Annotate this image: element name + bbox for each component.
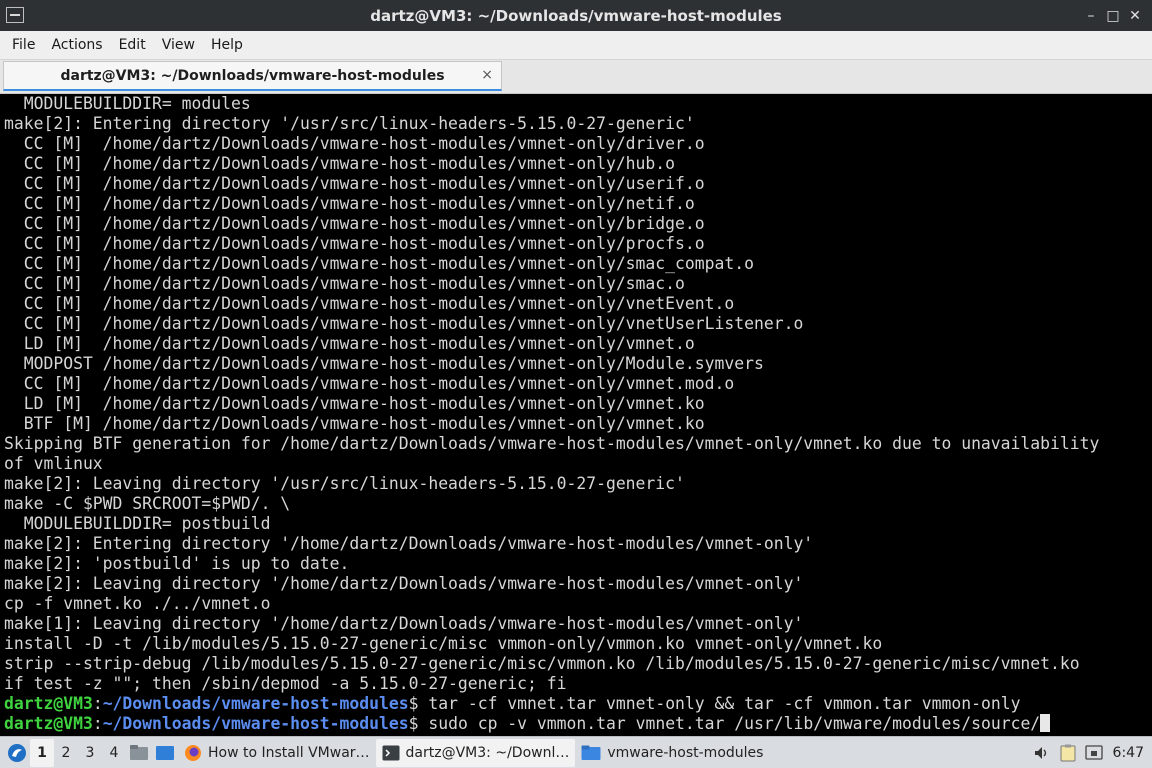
task-firefox[interactable]: How to Install VMwar… (178, 739, 376, 767)
clock: 6:47 (1112, 744, 1144, 761)
prompt-separator: : (92, 714, 103, 733)
menu-actions[interactable]: Actions (43, 37, 110, 53)
terminal-line: MODULEBUILDDIR= modules (4, 94, 251, 113)
prompt-command: sudo cp -v vmmon.tar vmnet.tar /usr/lib/… (428, 714, 1041, 733)
terminal-line: make[2]: Entering directory '/usr/src/li… (4, 114, 695, 133)
tab-close-icon[interactable]: × (481, 67, 493, 83)
start-menu-icon[interactable] (4, 740, 30, 766)
terminal-tab[interactable]: dartz@VM3: ~/Downloads/vmware-host-modul… (3, 61, 502, 91)
terminal-cursor (1040, 714, 1051, 732)
window-title: dartz@VM3: ~/Downloads/vmware-host-modul… (370, 6, 782, 25)
firefox-icon (185, 744, 201, 761)
prompt-command: tar -cf vmnet.tar vmnet-only && tar -cf … (428, 694, 1021, 713)
workspace-4[interactable]: 4 (102, 739, 126, 767)
prompt-symbol: $ (408, 714, 429, 733)
task-terminal[interactable]: dartz@VM3: ~/Downl… (375, 738, 576, 767)
tab-label: dartz@VM3: ~/Downloads/vmware-host-modul… (60, 67, 445, 84)
menu-view[interactable]: View (154, 37, 203, 53)
clipboard-icon[interactable] (1055, 739, 1081, 767)
window-controls: – □ ✕ (1080, 0, 1146, 31)
menu-bar: File Actions Edit View Help (0, 31, 1152, 60)
terminal-line: MODPOST /home/dartz/Downloads/vmware-hos… (4, 354, 764, 373)
workspace-3[interactable]: 3 (78, 739, 102, 767)
task-label-firefox: How to Install VMwar… (208, 744, 370, 761)
terminal-line: make[2]: Leaving directory '/usr/src/lin… (4, 474, 685, 493)
terminal-line: CC [M] /home/dartz/Downloads/vmware-host… (4, 374, 735, 393)
terminal-line: of vmlinux (4, 454, 103, 473)
terminal-line: strip --strip-debug /lib/modules/5.15.0-… (4, 654, 1080, 673)
terminal-output: MODULEBUILDDIR= modules make[2]: Enterin… (4, 94, 1099, 734)
terminal-line: CC [M] /home/dartz/Downloads/vmware-host… (4, 274, 685, 293)
terminal-view[interactable]: MODULEBUILDDIR= modules make[2]: Enterin… (0, 94, 1152, 736)
terminal-line: CC [M] /home/dartz/Downloads/vmware-host… (4, 214, 705, 233)
terminal-line: Skipping BTF generation for /home/dartz/… (4, 434, 1100, 453)
menu-file[interactable]: File (4, 37, 43, 53)
task-folder[interactable]: vmware-host-modules (575, 739, 769, 767)
terminal-icon (382, 745, 400, 760)
terminal-line: MODULEBUILDDIR= postbuild (4, 514, 271, 533)
terminal-line: make -C $PWD SRCROOT=$PWD/. \ (4, 494, 291, 513)
system-tray: 6:47 (1029, 739, 1152, 767)
terminal-line: CC [M] /home/dartz/Downloads/vmware-host… (4, 174, 705, 193)
show-desktop-icon[interactable] (152, 739, 178, 767)
folder-icon (581, 745, 601, 760)
terminal-line: BTF [M] /home/dartz/Downloads/vmware-hos… (4, 414, 705, 433)
terminal-line: CC [M] /home/dartz/Downloads/vmware-host… (4, 314, 804, 333)
terminal-line: make[2]: Leaving directory '/home/dartz/… (4, 574, 804, 593)
prompt-symbol: $ (408, 694, 429, 713)
prompt-user: dartz@VM3 (4, 694, 93, 713)
taskbar: 1 2 3 4 How to Install VMwar… dartz@VM3:… (0, 736, 1152, 768)
terminal-line: cp -f vmnet.ko ./../vmnet.o (4, 594, 271, 613)
close-button[interactable]: ✕ (1124, 5, 1146, 27)
maximize-button[interactable]: □ (1102, 5, 1124, 27)
terminal-line: make[2]: Entering directory '/home/dartz… (4, 534, 814, 553)
terminal-line: LD [M] /home/dartz/Downloads/vmware-host… (4, 334, 695, 353)
terminal-line: make[1]: Leaving directory '/home/dartz/… (4, 614, 804, 633)
terminal-line: install -D -t /lib/modules/5.15.0-27-gen… (4, 634, 883, 653)
terminal-line: CC [M] /home/dartz/Downloads/vmware-host… (4, 294, 735, 313)
file-manager-icon[interactable] (126, 739, 152, 767)
terminal-line: CC [M] /home/dartz/Downloads/vmware-host… (4, 234, 705, 253)
terminal-line: LD [M] /home/dartz/Downloads/vmware-host… (4, 394, 705, 413)
terminal-line: CC [M] /home/dartz/Downloads/vmware-host… (4, 194, 695, 213)
task-label-folder: vmware-host-modules (607, 744, 764, 761)
workspace-1[interactable]: 1 (30, 738, 54, 767)
window-titlebar: dartz@VM3: ~/Downloads/vmware-host-modul… (0, 0, 1152, 31)
tab-bar: dartz@VM3: ~/Downloads/vmware-host-modul… (0, 60, 1152, 94)
terminal-line: CC [M] /home/dartz/Downloads/vmware-host… (4, 254, 754, 273)
prompt-separator: : (92, 694, 103, 713)
menu-help[interactable]: Help (203, 37, 251, 53)
window-menu-icon[interactable] (6, 7, 24, 23)
terminal-line: if test -z ""; then /sbin/depmod -a 5.15… (4, 674, 567, 693)
terminal-line: make[2]: 'postbuild' is up to date. (4, 554, 350, 573)
prompt-path: ~/Downloads/vmware-host-modules (102, 694, 409, 713)
workspace-2[interactable]: 2 (54, 739, 78, 767)
network-icon[interactable] (1081, 739, 1107, 767)
prompt-user: dartz@VM3 (4, 714, 93, 733)
prompt-path: ~/Downloads/vmware-host-modules (102, 714, 409, 733)
minimize-button[interactable]: – (1080, 5, 1102, 27)
menu-edit[interactable]: Edit (111, 37, 154, 53)
terminal-line: CC [M] /home/dartz/Downloads/vmware-host… (4, 134, 705, 153)
terminal-line: CC [M] /home/dartz/Downloads/vmware-host… (4, 154, 676, 173)
task-label-terminal: dartz@VM3: ~/Downl… (405, 744, 570, 761)
volume-icon[interactable] (1029, 739, 1055, 767)
